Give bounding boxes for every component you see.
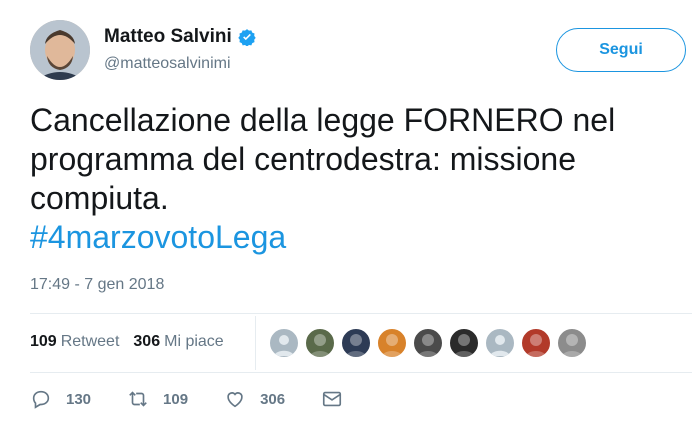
retweet-count: 109	[30, 333, 57, 350]
hashtag-link[interactable]: #4marzovotoLega	[30, 218, 670, 257]
like-action-count: 306	[260, 390, 286, 408]
tweet-text-line: Cancellazione della legge FORNERO nel	[30, 102, 616, 138]
liker-avatar[interactable]	[376, 327, 408, 359]
tweet-timestamp[interactable]: 17:49 - 7 gen 2018	[30, 276, 164, 294]
envelope-icon	[323, 391, 342, 407]
like-count: 306	[133, 333, 161, 350]
divider	[30, 313, 692, 314]
tweet-text: Cancellazione della legge FORNERO nel pr…	[30, 101, 670, 257]
follow-button[interactable]: Segui	[556, 28, 686, 72]
liker-avatar[interactable]	[304, 327, 336, 359]
liker-avatar[interactable]	[340, 327, 372, 359]
user-name-row: Matteo Salvini	[104, 26, 256, 48]
divider	[30, 372, 692, 373]
retweet-button[interactable]: 109	[127, 388, 188, 410]
message-button[interactable]	[321, 388, 343, 410]
avatar[interactable]	[30, 20, 90, 80]
like-button[interactable]: 306	[224, 388, 285, 410]
retweet-label: Retweet	[60, 333, 120, 350]
tweet-text-line: compiuta.	[30, 180, 169, 216]
like-stat[interactable]: 306 Mi piace	[133, 333, 223, 351]
reply-icon	[32, 390, 50, 409]
stats-separator	[255, 316, 256, 370]
retweet-icon	[129, 391, 147, 407]
liker-avatar[interactable]	[412, 327, 444, 359]
tweet-text-line: programma del centrodestra: missione	[30, 141, 577, 177]
liker-avatar[interactable]	[556, 327, 588, 359]
heart-icon	[227, 392, 243, 408]
liker-avatar[interactable]	[484, 327, 516, 359]
verified-badge-icon	[238, 29, 256, 46]
liker-avatars	[268, 327, 592, 359]
user-name[interactable]: Matteo Salvini	[104, 26, 232, 48]
reply-count: 130	[66, 390, 92, 408]
liker-avatar[interactable]	[268, 327, 300, 359]
retweet-stat[interactable]: 109 Retweet	[30, 333, 119, 351]
like-label: Mi piace	[164, 333, 224, 350]
tweet-stats: 109 Retweet 306 Mi piace	[30, 333, 224, 351]
reply-button[interactable]: 130	[30, 388, 91, 410]
user-handle[interactable]: @matteosalvinimi	[104, 55, 231, 73]
retweet-action-count: 109	[163, 390, 189, 408]
liker-avatar[interactable]	[448, 327, 480, 359]
liker-avatar[interactable]	[520, 327, 552, 359]
tweet-actions: 130 109 306	[30, 388, 379, 410]
